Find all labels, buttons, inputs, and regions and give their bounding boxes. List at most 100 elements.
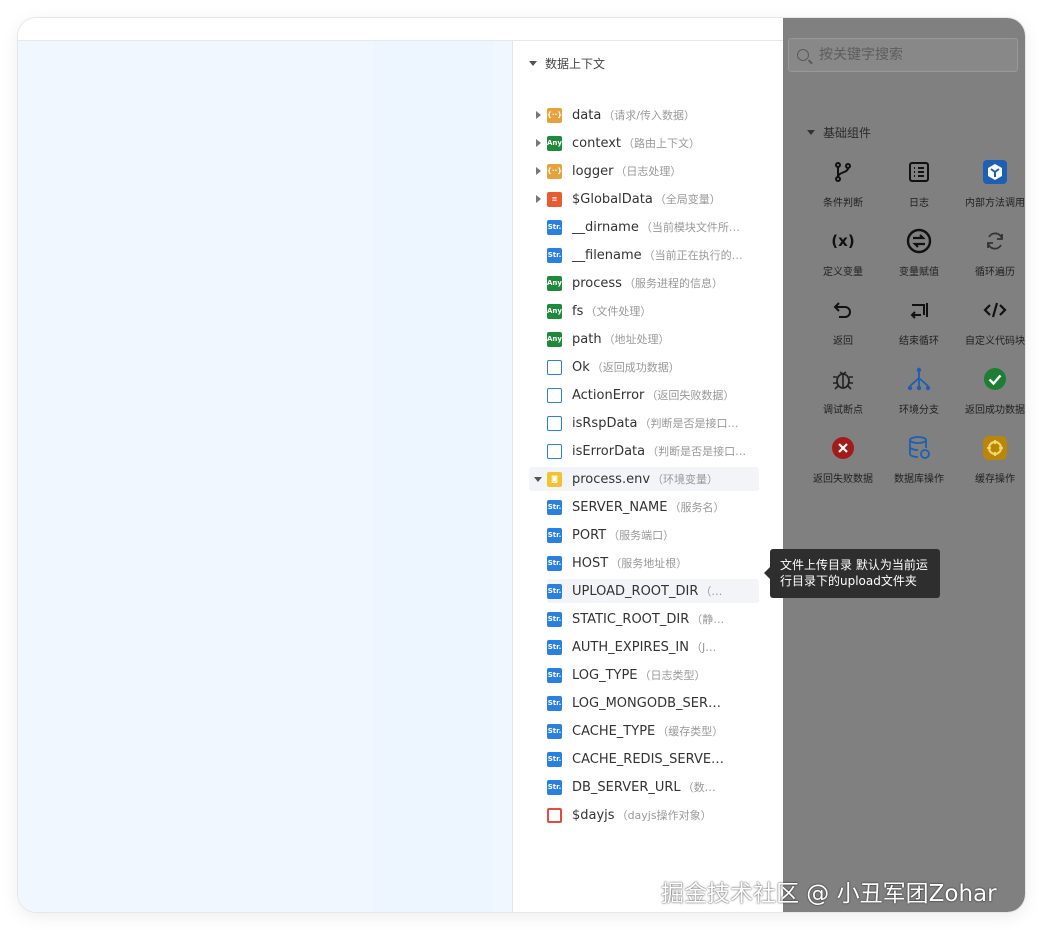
- tree-node-global-data[interactable]: ≡ $GlobalData （全局变量）: [529, 187, 759, 211]
- tree-node-label: __filename: [572, 247, 642, 263]
- function-icon: fn: [547, 415, 562, 431]
- tree-node-label: path: [572, 331, 602, 347]
- search-input[interactable]: [819, 47, 1009, 63]
- tree-node-desc: （判断是否是接口…: [639, 417, 739, 430]
- component-internal-method[interactable]: 内部方法调用: [957, 158, 1025, 218]
- tree-node-cache-redis-server[interactable]: Str. CACHE_REDIS_SERVE…: [547, 747, 759, 771]
- chevron-right-icon[interactable]: [535, 167, 541, 175]
- component-label: 结束循环: [899, 336, 939, 347]
- tree-node-label: PORT: [572, 527, 607, 543]
- tree-node-is-error-data[interactable]: fn isErrorData （判断是否是接口…: [529, 439, 759, 463]
- tree-node-cache-type[interactable]: Str. CACHE_TYPE （缓存类型）: [547, 719, 759, 743]
- data-context-panel: 数据上下文 {··} data （请求/传入数据） Any context （路…: [512, 41, 783, 912]
- define-variable-icon: (x): [829, 227, 857, 255]
- tree-node-desc: （日志类型）: [639, 669, 706, 682]
- component-label: 数据库操作: [894, 474, 944, 485]
- tree-node-label: isRspData: [572, 415, 638, 431]
- loop-icon: [981, 227, 1009, 255]
- string-icon: Str.: [547, 219, 562, 235]
- chevron-right-icon[interactable]: [535, 111, 541, 119]
- tree-node-log-type[interactable]: Str. LOG_TYPE （日志类型）: [547, 663, 759, 687]
- tree-node-path[interactable]: Any path （地址处理）: [529, 327, 759, 351]
- component-return-error[interactable]: 返回失败数据: [805, 434, 881, 494]
- tree-node-label: ActionError: [572, 387, 645, 403]
- component-loop[interactable]: 循环遍历: [957, 227, 1025, 287]
- log-list-icon: [905, 158, 933, 186]
- tree-node-desc: （返回失败数据）: [646, 389, 735, 402]
- tree-node-logger[interactable]: {··} logger （日志处理）: [529, 159, 759, 183]
- string-icon: Str.: [547, 611, 562, 627]
- any-icon: Any: [547, 275, 562, 291]
- tree-node-db-server-url[interactable]: Str. DB_SERVER_URL （数…: [547, 775, 759, 799]
- svg-text:(x): (x): [831, 232, 854, 250]
- tree-root-label: 数据上下文: [545, 57, 606, 71]
- component-label: 日志: [909, 198, 929, 209]
- tree-node-label: data: [572, 107, 602, 123]
- tree-node-desc: （环境变量）: [652, 473, 719, 486]
- code-block-icon: [981, 296, 1009, 324]
- component-database[interactable]: 数据库操作: [881, 434, 957, 494]
- tree-node-auth-expires-in[interactable]: Str. AUTH_EXPIRES_IN （J…: [547, 635, 759, 659]
- chevron-down-icon: [807, 130, 815, 135]
- component-condition[interactable]: 条件判断: [805, 158, 881, 218]
- tree-node-server-name[interactable]: Str. SERVER_NAME （服务名）: [547, 495, 759, 519]
- tree-node-ok[interactable]: fn Ok （返回成功数据）: [529, 355, 759, 379]
- tree-node-context[interactable]: Any context （路由上下文）: [529, 131, 759, 155]
- tree-node-label: $GlobalData: [572, 191, 653, 207]
- component-define-variable[interactable]: (x) 定义变量: [805, 227, 881, 287]
- tree-node-dirname[interactable]: Str. __dirname （当前模块文件所…: [529, 215, 759, 239]
- object-icon: {··}: [547, 107, 562, 123]
- group-title-label: 基础组件: [823, 126, 872, 140]
- tree-node-filename[interactable]: Str. __filename （当前正在执行的…: [529, 243, 759, 267]
- tree-node-label: Ok: [572, 359, 590, 375]
- tree-node-desc: （数…: [682, 781, 716, 794]
- component-debug-breakpoint[interactable]: 调试断点: [805, 365, 881, 425]
- component-custom-code[interactable]: 自定义代码块: [957, 296, 1025, 356]
- tree-root-data-context[interactable]: 数据上下文: [529, 55, 605, 72]
- component-cache[interactable]: 缓存操作: [957, 434, 1025, 494]
- tree-node-fs[interactable]: Any fs （文件处理）: [529, 299, 759, 323]
- tree-node-desc: （判断是否是接口…: [647, 445, 747, 458]
- tree-node-label: LOG_MONGODB_SER…: [572, 695, 721, 711]
- component-env-branch[interactable]: 环境分支: [881, 365, 957, 425]
- debug-bug-icon: [829, 365, 857, 393]
- tree-node-upload-root-dir[interactable]: Str. UPLOAD_ROOT_DIR （…: [547, 579, 759, 603]
- tree-node-desc: （返回成功数据）: [591, 361, 680, 374]
- tree-node-static-root-dir[interactable]: Str. STATIC_ROOT_DIR （静…: [547, 607, 759, 631]
- internal-method-icon: [981, 158, 1009, 186]
- tree-node-host[interactable]: Str. HOST （服务地址根）: [547, 551, 759, 575]
- component-group-basic[interactable]: 基础组件: [807, 124, 871, 141]
- tree-node-is-rsp-data[interactable]: fn isRspData （判断是否是接口…: [529, 411, 759, 435]
- chevron-down-icon[interactable]: [534, 476, 542, 482]
- chevron-right-icon[interactable]: [535, 195, 541, 203]
- chevron-right-icon[interactable]: [535, 139, 541, 147]
- string-icon: Str.: [547, 779, 562, 795]
- flow-canvas[interactable]: [18, 41, 512, 912]
- any-icon: Any: [547, 303, 562, 319]
- tree-node-dayjs[interactable]: ⊓ $dayjs （dayjs操作对象）: [529, 803, 759, 827]
- tree-node-process[interactable]: Any process （服务进程的信息）: [529, 271, 759, 295]
- string-icon: Str.: [547, 667, 562, 683]
- component-log[interactable]: 日志: [881, 158, 957, 218]
- tree-node-log-mongodb-server[interactable]: Str. LOG_MONGODB_SER…: [547, 691, 759, 715]
- tree-node-label: __dirname: [572, 219, 639, 235]
- component-assign-variable[interactable]: 变量赋值: [881, 227, 957, 287]
- tree-node-data[interactable]: {··} data （请求/传入数据）: [529, 103, 759, 127]
- component-search[interactable]: [788, 38, 1018, 72]
- component-return-success[interactable]: 返回成功数据: [957, 365, 1025, 425]
- tree-node-desc: （当前模块文件所…: [640, 221, 740, 234]
- component-label: 返回: [833, 336, 853, 347]
- component-label: 自定义代码块: [965, 336, 1025, 347]
- tree-node-process-env[interactable]: ◙ process.env （环境变量）: [529, 467, 759, 491]
- tree-node-port[interactable]: Str. PORT （服务端口）: [547, 523, 759, 547]
- function-icon: fn: [547, 443, 562, 459]
- component-break-loop[interactable]: 结束循环: [881, 296, 957, 356]
- tree-node-action-error[interactable]: fn ActionError （返回失败数据）: [529, 383, 759, 407]
- string-icon: Str.: [547, 751, 562, 767]
- tree-node-label: process: [572, 275, 622, 291]
- component-panel: 基础组件 条件判断 日志 内部方法调用 (x) 定义变量: [783, 18, 1025, 912]
- tree-node-desc: （地址处理）: [603, 333, 670, 346]
- tree-node-label: SERVER_NAME: [572, 499, 668, 515]
- component-return[interactable]: 返回: [805, 296, 881, 356]
- tree-node-desc: （服务端口）: [608, 529, 675, 542]
